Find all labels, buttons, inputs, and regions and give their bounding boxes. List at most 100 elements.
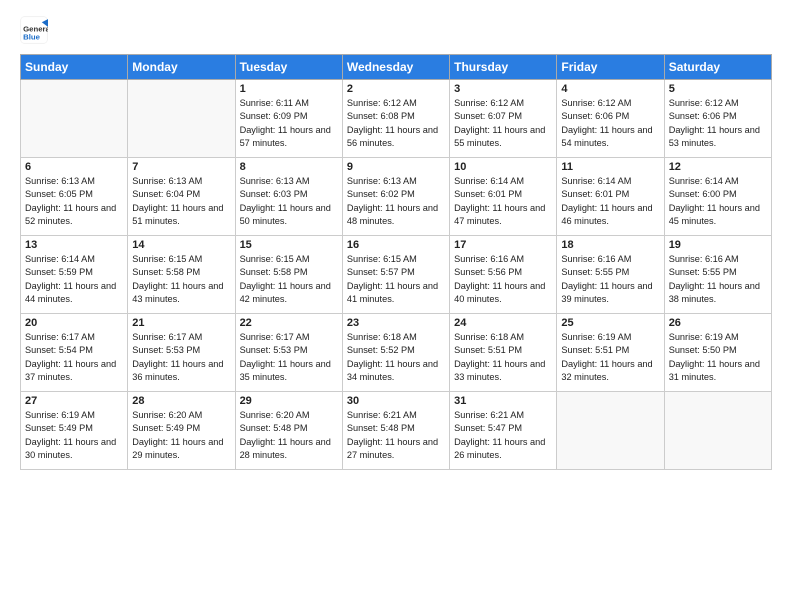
weekday-header-friday: Friday	[557, 55, 664, 80]
day-info: Sunrise: 6:21 AMSunset: 5:48 PMDaylight:…	[347, 409, 445, 462]
weekday-header-monday: Monday	[128, 55, 235, 80]
day-number: 10	[454, 161, 552, 173]
calendar-cell: 3 Sunrise: 6:12 AMSunset: 6:07 PMDaylight…	[450, 80, 557, 158]
page: General Blue SundayMondayTuesdayWednesda…	[0, 0, 792, 612]
day-number: 1	[240, 83, 338, 95]
weekday-header-row: SundayMondayTuesdayWednesdayThursdayFrid…	[21, 55, 772, 80]
calendar-cell: 19 Sunrise: 6:16 AMSunset: 5:55 PMDayligh…	[664, 236, 771, 314]
day-info: Sunrise: 6:20 AMSunset: 5:49 PMDaylight:…	[132, 409, 230, 462]
day-info: Sunrise: 6:20 AMSunset: 5:48 PMDaylight:…	[240, 409, 338, 462]
calendar-cell	[128, 80, 235, 158]
calendar-body: 1 Sunrise: 6:11 AMSunset: 6:09 PMDaylight…	[21, 80, 772, 470]
day-info: Sunrise: 6:19 AMSunset: 5:49 PMDaylight:…	[25, 409, 123, 462]
day-info: Sunrise: 6:17 AMSunset: 5:54 PMDaylight:…	[25, 331, 123, 384]
calendar-cell: 23 Sunrise: 6:18 AMSunset: 5:52 PMDayligh…	[342, 314, 449, 392]
day-info: Sunrise: 6:15 AMSunset: 5:58 PMDaylight:…	[240, 253, 338, 306]
day-number: 11	[561, 161, 659, 173]
weekday-header-sunday: Sunday	[21, 55, 128, 80]
day-info: Sunrise: 6:14 AMSunset: 5:59 PMDaylight:…	[25, 253, 123, 306]
day-number: 28	[132, 395, 230, 407]
calendar-cell: 7 Sunrise: 6:13 AMSunset: 6:04 PMDaylight…	[128, 158, 235, 236]
day-number: 8	[240, 161, 338, 173]
day-number: 23	[347, 317, 445, 329]
calendar-cell: 5 Sunrise: 6:12 AMSunset: 6:06 PMDaylight…	[664, 80, 771, 158]
day-info: Sunrise: 6:17 AMSunset: 5:53 PMDaylight:…	[132, 331, 230, 384]
day-number: 18	[561, 239, 659, 251]
day-info: Sunrise: 6:19 AMSunset: 5:51 PMDaylight:…	[561, 331, 659, 384]
calendar-cell: 16 Sunrise: 6:15 AMSunset: 5:57 PMDayligh…	[342, 236, 449, 314]
weekday-header-saturday: Saturday	[664, 55, 771, 80]
calendar-cell: 18 Sunrise: 6:16 AMSunset: 5:55 PMDayligh…	[557, 236, 664, 314]
calendar-cell: 8 Sunrise: 6:13 AMSunset: 6:03 PMDaylight…	[235, 158, 342, 236]
calendar-cell: 15 Sunrise: 6:15 AMSunset: 5:58 PMDayligh…	[235, 236, 342, 314]
day-number: 20	[25, 317, 123, 329]
calendar-cell: 31 Sunrise: 6:21 AMSunset: 5:47 PMDayligh…	[450, 392, 557, 470]
day-info: Sunrise: 6:17 AMSunset: 5:53 PMDaylight:…	[240, 331, 338, 384]
day-info: Sunrise: 6:15 AMSunset: 5:58 PMDaylight:…	[132, 253, 230, 306]
day-info: Sunrise: 6:16 AMSunset: 5:55 PMDaylight:…	[561, 253, 659, 306]
day-number: 16	[347, 239, 445, 251]
calendar-week-row: 20 Sunrise: 6:17 AMSunset: 5:54 PMDayligh…	[21, 314, 772, 392]
calendar-cell: 30 Sunrise: 6:21 AMSunset: 5:48 PMDayligh…	[342, 392, 449, 470]
day-info: Sunrise: 6:12 AMSunset: 6:06 PMDaylight:…	[669, 97, 767, 150]
day-number: 5	[669, 83, 767, 95]
day-info: Sunrise: 6:11 AMSunset: 6:09 PMDaylight:…	[240, 97, 338, 150]
svg-text:Blue: Blue	[23, 32, 41, 41]
calendar-cell: 17Sunrise: 6:16 AMSunset: 5:56 PMDayligh…	[450, 236, 557, 314]
day-info: Sunrise: 6:14 AMSunset: 6:01 PMDaylight:…	[454, 175, 552, 228]
day-info: Sunrise: 6:16 AMSunset: 5:56 PMDaylight:…	[454, 253, 552, 306]
day-number: 30	[347, 395, 445, 407]
calendar-header: SundayMondayTuesdayWednesdayThursdayFrid…	[21, 55, 772, 80]
day-info: Sunrise: 6:15 AMSunset: 5:57 PMDaylight:…	[347, 253, 445, 306]
day-number: 6	[25, 161, 123, 173]
calendar-cell: 21 Sunrise: 6:17 AMSunset: 5:53 PMDayligh…	[128, 314, 235, 392]
calendar-cell: 26Sunrise: 6:19 AMSunset: 5:50 PMDayligh…	[664, 314, 771, 392]
calendar-week-row: 27 Sunrise: 6:19 AMSunset: 5:49 PMDayligh…	[21, 392, 772, 470]
day-number: 4	[561, 83, 659, 95]
day-number: 7	[132, 161, 230, 173]
day-number: 27	[25, 395, 123, 407]
calendar-table: SundayMondayTuesdayWednesdayThursdayFrid…	[20, 54, 772, 470]
day-number: 12	[669, 161, 767, 173]
day-info: Sunrise: 6:13 AMSunset: 6:03 PMDaylight:…	[240, 175, 338, 228]
day-info: Sunrise: 6:16 AMSunset: 5:55 PMDaylight:…	[669, 253, 767, 306]
calendar-week-row: 6 Sunrise: 6:13 AMSunset: 6:05 PMDaylight…	[21, 158, 772, 236]
day-info: Sunrise: 6:14 AMSunset: 6:01 PMDaylight:…	[561, 175, 659, 228]
day-number: 29	[240, 395, 338, 407]
day-number: 2	[347, 83, 445, 95]
day-number: 15	[240, 239, 338, 251]
calendar-cell: 20 Sunrise: 6:17 AMSunset: 5:54 PMDayligh…	[21, 314, 128, 392]
calendar-week-row: 13 Sunrise: 6:14 AMSunset: 5:59 PMDayligh…	[21, 236, 772, 314]
day-info: Sunrise: 6:12 AMSunset: 6:08 PMDaylight:…	[347, 97, 445, 150]
day-number: 14	[132, 239, 230, 251]
day-number: 26	[669, 317, 767, 329]
day-info: Sunrise: 6:13 AMSunset: 6:02 PMDaylight:…	[347, 175, 445, 228]
calendar-cell: 11 Sunrise: 6:14 AMSunset: 6:01 PMDayligh…	[557, 158, 664, 236]
day-number: 19	[669, 239, 767, 251]
calendar-week-row: 1 Sunrise: 6:11 AMSunset: 6:09 PMDaylight…	[21, 80, 772, 158]
weekday-header-wednesday: Wednesday	[342, 55, 449, 80]
day-info: Sunrise: 6:13 AMSunset: 6:05 PMDaylight:…	[25, 175, 123, 228]
logo: General Blue	[20, 16, 52, 44]
weekday-header-thursday: Thursday	[450, 55, 557, 80]
day-number: 31	[454, 395, 552, 407]
calendar-cell: 24Sunrise: 6:18 AMSunset: 5:51 PMDayligh…	[450, 314, 557, 392]
day-number: 25	[561, 317, 659, 329]
day-info: Sunrise: 6:12 AMSunset: 6:07 PMDaylight:…	[454, 97, 552, 150]
calendar-cell: 1 Sunrise: 6:11 AMSunset: 6:09 PMDaylight…	[235, 80, 342, 158]
calendar-cell: 9Sunrise: 6:13 AMSunset: 6:02 PMDaylight…	[342, 158, 449, 236]
day-number: 13	[25, 239, 123, 251]
calendar-cell: 14 Sunrise: 6:15 AMSunset: 5:58 PMDayligh…	[128, 236, 235, 314]
day-number: 3	[454, 83, 552, 95]
day-info: Sunrise: 6:12 AMSunset: 6:06 PMDaylight:…	[561, 97, 659, 150]
day-info: Sunrise: 6:18 AMSunset: 5:52 PMDaylight:…	[347, 331, 445, 384]
calendar-cell: 2 Sunrise: 6:12 AMSunset: 6:08 PMDaylight…	[342, 80, 449, 158]
calendar-cell	[557, 392, 664, 470]
calendar-cell: 28 Sunrise: 6:20 AMSunset: 5:49 PMDayligh…	[128, 392, 235, 470]
calendar-cell: 6 Sunrise: 6:13 AMSunset: 6:05 PMDaylight…	[21, 158, 128, 236]
calendar-cell: 27 Sunrise: 6:19 AMSunset: 5:49 PMDayligh…	[21, 392, 128, 470]
day-info: Sunrise: 6:14 AMSunset: 6:00 PMDaylight:…	[669, 175, 767, 228]
day-info: Sunrise: 6:21 AMSunset: 5:47 PMDaylight:…	[454, 409, 552, 462]
day-number: 21	[132, 317, 230, 329]
day-info: Sunrise: 6:13 AMSunset: 6:04 PMDaylight:…	[132, 175, 230, 228]
